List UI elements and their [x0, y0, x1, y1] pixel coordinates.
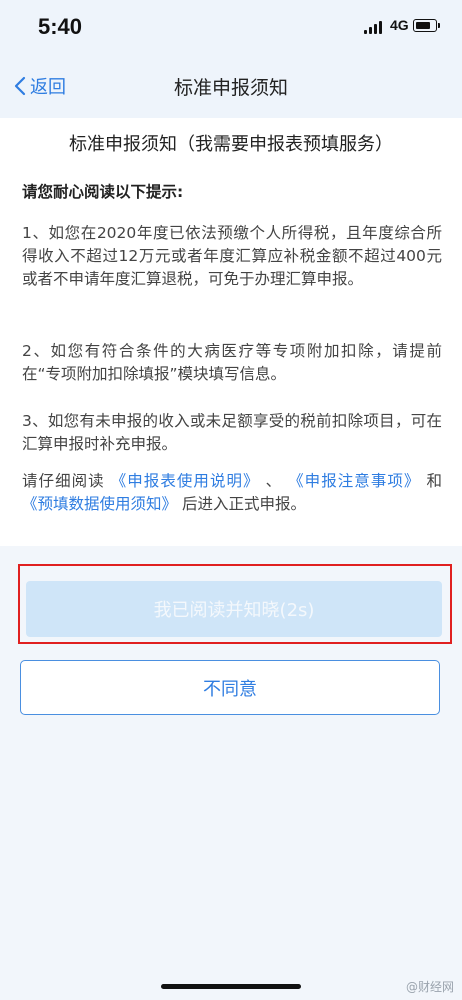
section-heading: 请您耐心阅读以下提示: — [22, 183, 184, 201]
watermark: @财经网 — [405, 980, 454, 994]
battery-icon — [413, 19, 440, 32]
status-time: 5:40 — [38, 14, 83, 39]
reading-note-suffix: 后进入正式申报。 — [181, 495, 306, 513]
reading-note-sep-1: 、 — [265, 472, 283, 490]
link-prefill-data-notice[interactable]: 《预填数据使用须知》 — [22, 495, 177, 513]
notice-paragraph-3: 3、如您有未申报的收入或未足额享受的税前扣除项目，可在汇算申报时补充申报。 — [22, 412, 442, 453]
confirm-read-button[interactable]: 我已阅读并知晓(2s) — [26, 581, 442, 637]
notice-paragraph-1: 1、如您在2020年度已依法预缴个人所得税，且年度综合所得收入不超过12万元或者… — [22, 224, 442, 288]
page-heading: 标准申报须知（我需要申报表预填服务） — [69, 134, 393, 155]
disagree-button[interactable]: 不同意 — [20, 660, 440, 715]
home-indicator — [161, 984, 301, 989]
signal-icon — [364, 20, 384, 34]
nav-title: 标准申报须知 — [173, 77, 288, 99]
link-filing-notes[interactable]: 《申报注意事项》 — [288, 472, 420, 490]
notice-paragraph-2: 2、如您有符合条件的大病医疗等专项附加扣除，请提前在“专项附加扣除填报”模块填写… — [22, 342, 442, 383]
reading-note-prefix: 请仔细阅读 — [22, 472, 105, 490]
reading-note: 请仔细阅读 《申报表使用说明》 、 《申报注意事项》 和 《预填数据使用须知》 … — [22, 470, 442, 516]
reading-note-sep-2: 和 — [426, 472, 442, 490]
navigation-bar: 返回 标准申报须知 — [0, 52, 462, 118]
link-form-instructions[interactable]: 《申报表使用说明》 — [111, 472, 260, 490]
network-type: 4G — [390, 17, 409, 33]
notice-content: 标准申报须知（我需要申报表预填服务） 请您耐心阅读以下提示: 1、如您在2020… — [0, 118, 462, 546]
status-bar: 5:40 4G — [0, 0, 462, 52]
